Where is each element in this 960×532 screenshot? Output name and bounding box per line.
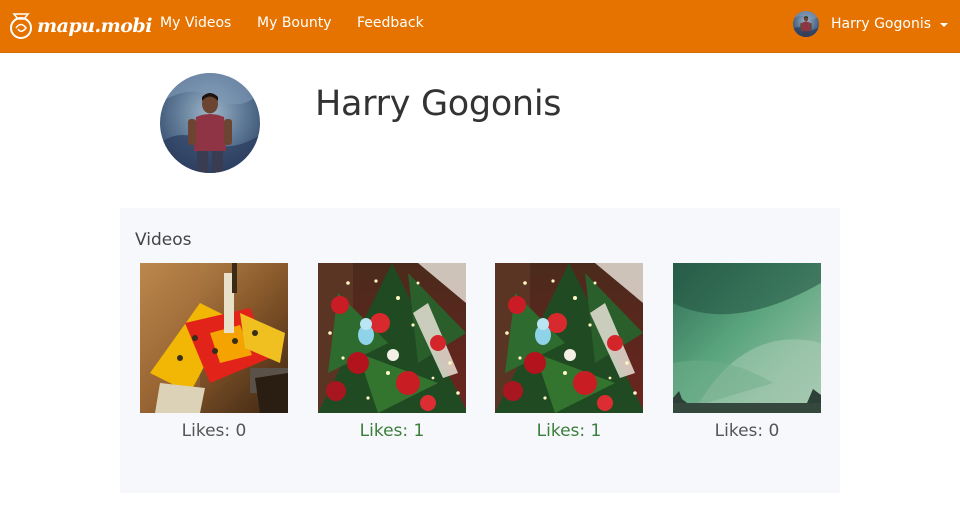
video-thumbnail[interactable] <box>673 263 821 413</box>
videos-panel: Videos Likes: 0 Likes: 1 Likes: 1 Likes:… <box>120 208 840 493</box>
user-name: Harry Gogonis <box>830 16 931 32</box>
video-thumbnail[interactable] <box>140 263 288 413</box>
video-card[interactable]: Likes: 0 <box>140 263 288 441</box>
user-menu-toggle[interactable]: Harry Gogonis <box>792 11 948 37</box>
nav-feedback[interactable]: Feedback <box>357 0 424 46</box>
brand-name: mapu.mobi <box>37 15 152 37</box>
video-card[interactable]: Likes: 0 <box>673 263 821 441</box>
video-card[interactable]: Likes: 1 <box>318 263 466 441</box>
video-likes: Likes: 1 <box>359 421 425 441</box>
brand-home-link[interactable]: mapu.mobi <box>8 8 152 44</box>
top-navbar: mapu.mobi My Videos My Bounty Feedback H… <box>0 0 960 53</box>
video-likes: Likes: 0 <box>181 421 247 441</box>
profile-avatar <box>160 73 260 173</box>
video-thumbnail[interactable] <box>318 263 466 413</box>
video-card[interactable]: Likes: 1 <box>495 263 643 441</box>
user-avatar <box>792 11 819 37</box>
mapu-logo-icon <box>10 13 32 39</box>
nav-my-videos[interactable]: My Videos <box>160 0 231 46</box>
video-likes: Likes: 1 <box>536 421 602 441</box>
caret-down-icon <box>940 23 948 27</box>
nav-my-bounty[interactable]: My Bounty <box>257 0 332 46</box>
video-thumbnail[interactable] <box>495 263 643 413</box>
video-likes: Likes: 0 <box>714 421 780 441</box>
profile-name: Harry Gogonis <box>315 84 562 124</box>
videos-heading: Videos <box>135 230 192 250</box>
